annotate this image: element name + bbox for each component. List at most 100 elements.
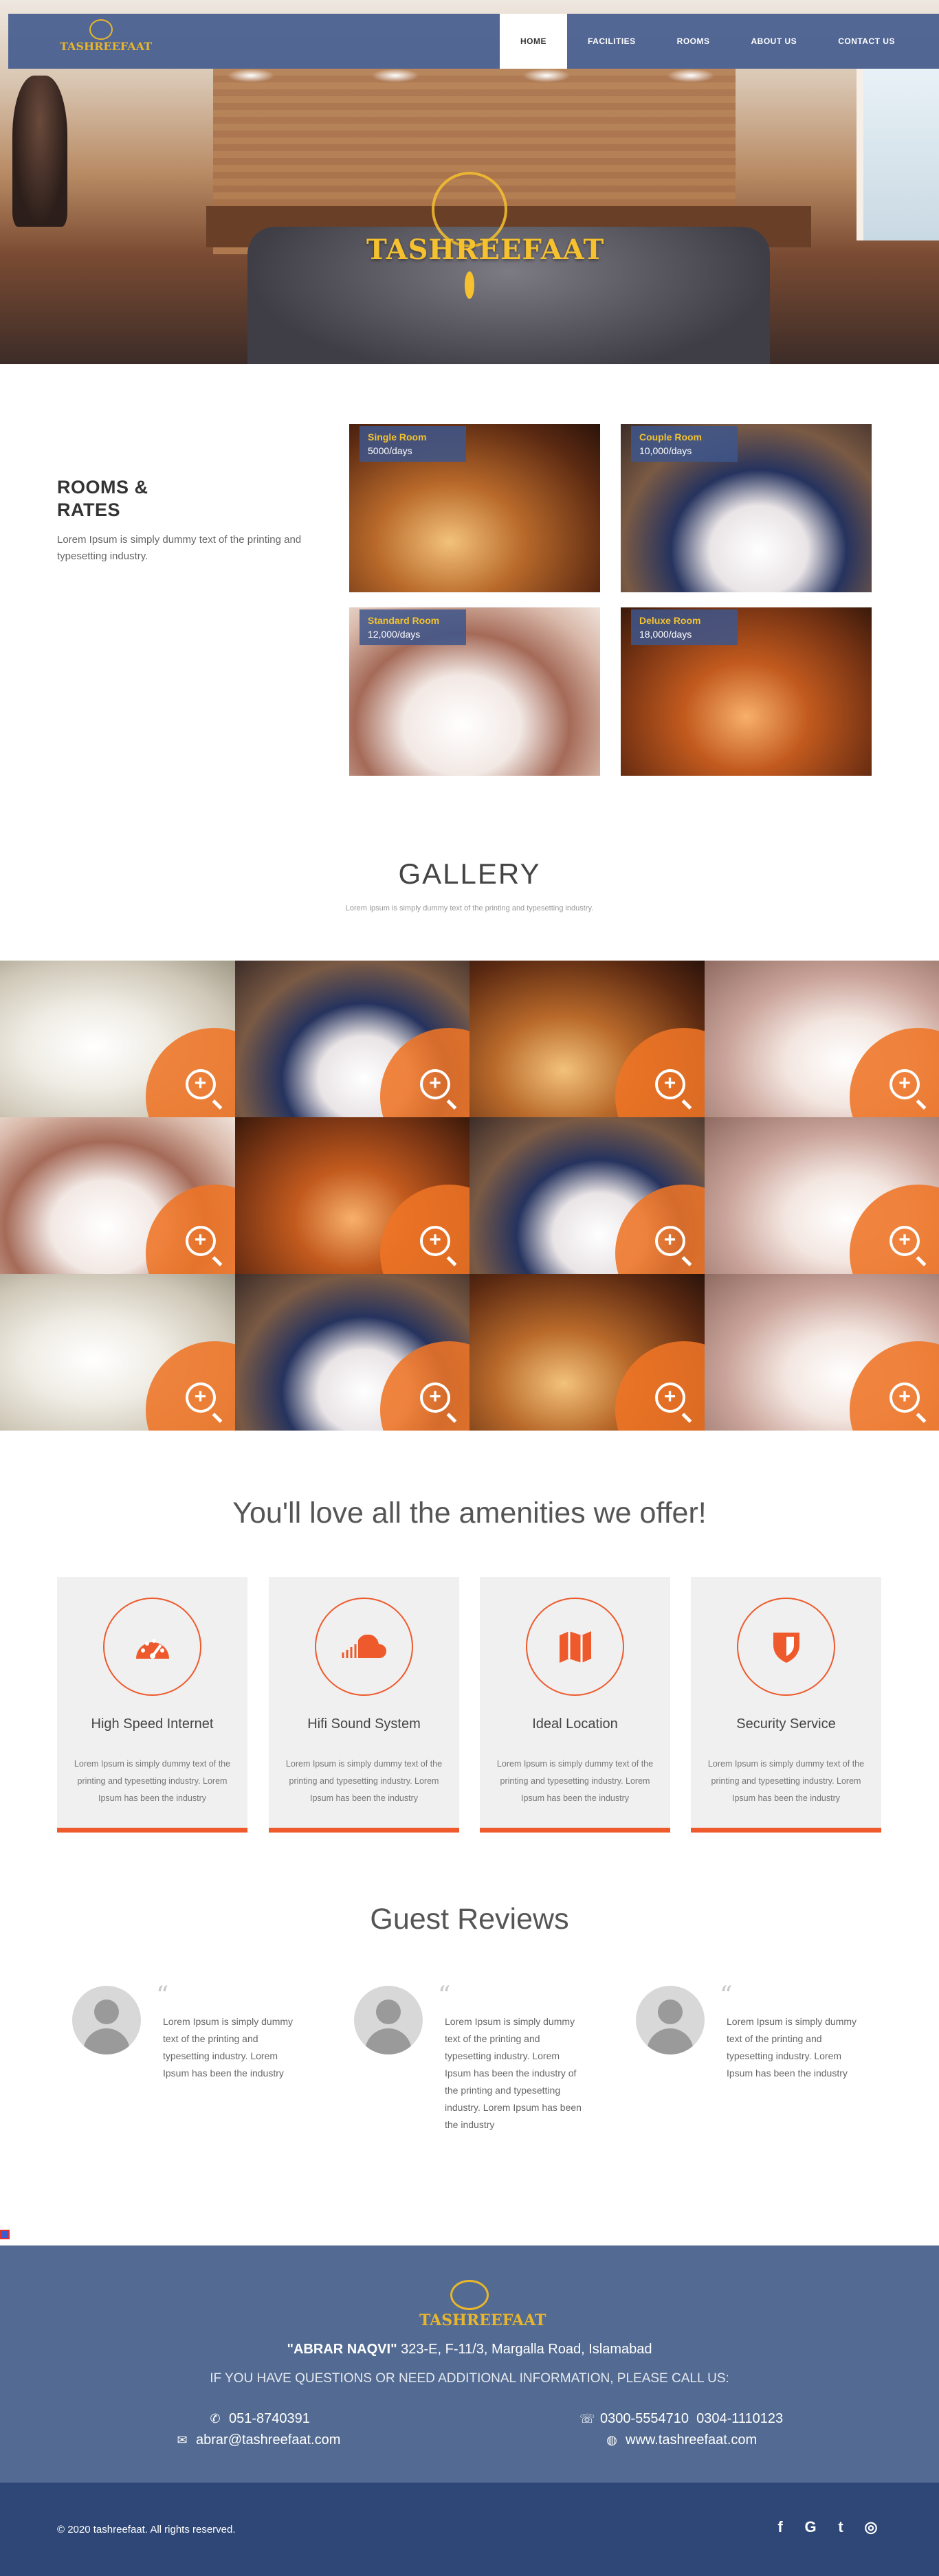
- room-name: Standard Room: [368, 615, 440, 626]
- footer-website[interactable]: ◍ www.tashreefaat.com: [605, 2432, 757, 2448]
- hero-window: [857, 69, 939, 240]
- facebook-icon[interactable]: f: [773, 2518, 788, 2536]
- amenity-name: High Speed Internet: [91, 1716, 214, 1732]
- envelope-icon: ✉: [177, 2433, 188, 2447]
- google-icon[interactable]: G: [803, 2518, 818, 2536]
- amenity-name: Hifi Sound System: [307, 1716, 421, 1732]
- amenity-description: Lorem Ipsum is simply dummy text of the …: [285, 1759, 443, 1803]
- footer-address-text: 323-E, F-11/3, Margalla Road, Islamabad: [401, 2342, 652, 2357]
- footer-bottom: © 2020 tashreefaat. All rights reserved.…: [0, 2483, 939, 2576]
- rooms-heading: ROOMS & RATES: [57, 476, 148, 522]
- rooms-heading-line1: ROOMS &: [57, 477, 148, 497]
- zoom-in-icon: +: [654, 1382, 685, 1413]
- nav-contact-us[interactable]: CONTACT US: [817, 14, 916, 69]
- room-label: Standard Room 12,000/days: [360, 609, 466, 645]
- room-card-standard[interactable]: Standard Room 12,000/days: [349, 607, 600, 776]
- zoom-in-icon: +: [890, 1069, 920, 1099]
- nav-home[interactable]: HOME: [500, 14, 567, 69]
- ceiling-light: [227, 69, 275, 82]
- quote-icon: “: [438, 1982, 451, 2010]
- room-label: Single Room 5000/days: [360, 426, 466, 462]
- quote-icon: “: [156, 1982, 169, 2010]
- zoom-in-icon: +: [185, 1382, 216, 1413]
- twitter-icon[interactable]: t: [833, 2518, 848, 2536]
- gallery-tile[interactable]: +: [704, 1117, 939, 1274]
- footer-whatsapp-text: 0300-5554710 0304-1110123: [600, 2411, 784, 2426]
- amenity-card-location: Ideal Location Lorem Ipsum is simply dum…: [480, 1577, 670, 1833]
- amenity-icon-circle: [737, 1598, 835, 1696]
- room-card-single[interactable]: Single Room 5000/days: [349, 424, 600, 592]
- gallery-tile[interactable]: +: [0, 1274, 235, 1431]
- gallery-subtitle: Lorem Ipsum is simply dummy text of the …: [345, 904, 594, 912]
- amenity-card-security: Security Service Lorem Ipsum is simply d…: [691, 1577, 881, 1833]
- rooms-heading-line2: RATES: [57, 500, 121, 520]
- room-card-couple[interactable]: Couple Room 10,000/days: [621, 424, 872, 592]
- footer-logo[interactable]: TASHREEFAAT: [419, 2280, 546, 2329]
- room-label: Deluxe Room 18,000/days: [631, 609, 738, 645]
- footer-website-text: www.tashreefaat.com: [626, 2432, 758, 2448]
- gallery-tile[interactable]: +: [470, 1274, 705, 1431]
- zoom-in-icon: +: [420, 1226, 450, 1256]
- amenity-name: Ideal Location: [532, 1716, 618, 1732]
- room-name: Deluxe Room: [639, 615, 701, 626]
- review-text: Lorem Ipsum is simply dummy text of the …: [445, 2016, 582, 2130]
- zoom-in-icon: +: [654, 1226, 685, 1256]
- amenity-name: Security Service: [736, 1716, 836, 1732]
- gallery-tile[interactable]: +: [234, 1274, 470, 1431]
- gallery-title: GALLERY: [398, 858, 541, 890]
- instagram-icon[interactable]: ◎: [863, 2518, 879, 2536]
- gallery-grid: + + + + + + + + + + + +: [0, 961, 939, 1431]
- gallery-tile[interactable]: +: [704, 1274, 939, 1431]
- amenity-icon-circle: [103, 1598, 201, 1696]
- gallery-tile[interactable]: +: [704, 961, 939, 1117]
- footer-whatsapp[interactable]: ☏ 0300-5554710 0304-1110123: [579, 2411, 783, 2427]
- gallery-tile[interactable]: +: [470, 961, 705, 1117]
- zoom-in-icon: +: [420, 1382, 450, 1413]
- room-rate: 18,000/days: [639, 629, 692, 640]
- room-rate: 10,000/days: [639, 445, 692, 456]
- avatar: [636, 1986, 705, 2054]
- language-flag-icon[interactable]: [0, 2230, 10, 2239]
- review-text: Lorem Ipsum is simply dummy text of the …: [727, 2016, 857, 2079]
- amenity-description: Lorem Ipsum is simply dummy text of the …: [496, 1759, 654, 1803]
- phone-icon: ✆: [210, 2412, 221, 2426]
- rooms-description: Lorem Ipsum is simply dummy text of the …: [57, 534, 302, 562]
- reviews-title: Guest Reviews: [370, 1903, 569, 1936]
- footer-logo-text: TASHREEFAAT: [419, 2311, 546, 2329]
- hero-statue: [12, 76, 67, 227]
- room-rate: 5000/days: [368, 445, 412, 456]
- nav-facilities[interactable]: FACILITIES: [567, 14, 656, 69]
- amenity-icon-circle: [315, 1598, 413, 1696]
- gallery-tile[interactable]: +: [0, 961, 235, 1117]
- footer-email-text: abrar@tashreefaat.com: [196, 2432, 341, 2448]
- room-name: Single Room: [368, 432, 427, 443]
- avatar: [72, 1986, 141, 2054]
- globe-icon: ◍: [606, 2433, 617, 2447]
- gallery-tile[interactable]: +: [234, 1117, 470, 1274]
- gallery-tile[interactable]: +: [234, 961, 470, 1117]
- amenities-title: You'll love all the amenities we offer!: [232, 1497, 707, 1530]
- soundcloud-icon: [316, 1599, 412, 1694]
- footer-email[interactable]: ✉ abrar@tashreefaat.com: [175, 2432, 340, 2448]
- footer-cta: IF YOU HAVE QUESTIONS OR NEED ADDITIONAL…: [210, 2371, 729, 2386]
- top-navbar: TASHREEFAAT HOME FACILITIES ROOMS ABOUT …: [8, 14, 939, 69]
- zoom-in-icon: +: [185, 1069, 216, 1099]
- room-card-deluxe[interactable]: Deluxe Room 18,000/days: [621, 607, 872, 776]
- room-label: Couple Room 10,000/days: [631, 426, 738, 462]
- amenity-card-sound: Hifi Sound System Lorem Ipsum is simply …: [269, 1577, 459, 1833]
- zoom-in-icon: +: [654, 1069, 685, 1099]
- amenity-icon-circle: [526, 1598, 624, 1696]
- map-icon: [527, 1599, 623, 1694]
- gallery-tile[interactable]: +: [470, 1117, 705, 1274]
- nav-menu: HOME FACILITIES ROOMS ABOUT US CONTACT U…: [500, 14, 916, 69]
- brand-logo[interactable]: TASHREEFAAT: [60, 19, 152, 63]
- footer-info: TASHREEFAAT "ABRAR NAQVI" 323-E, F-11/3,…: [0, 2245, 939, 2483]
- zoom-in-icon: +: [890, 1382, 920, 1413]
- social-links: f G t ◎: [773, 2518, 879, 2536]
- footer-phone[interactable]: ✆ 051-8740391: [208, 2411, 309, 2427]
- ceiling-light: [371, 69, 419, 82]
- zoom-in-icon: +: [420, 1069, 450, 1099]
- gallery-tile[interactable]: +: [0, 1117, 235, 1274]
- nav-rooms[interactable]: ROOMS: [656, 14, 731, 69]
- nav-about-us[interactable]: ABOUT US: [731, 14, 818, 69]
